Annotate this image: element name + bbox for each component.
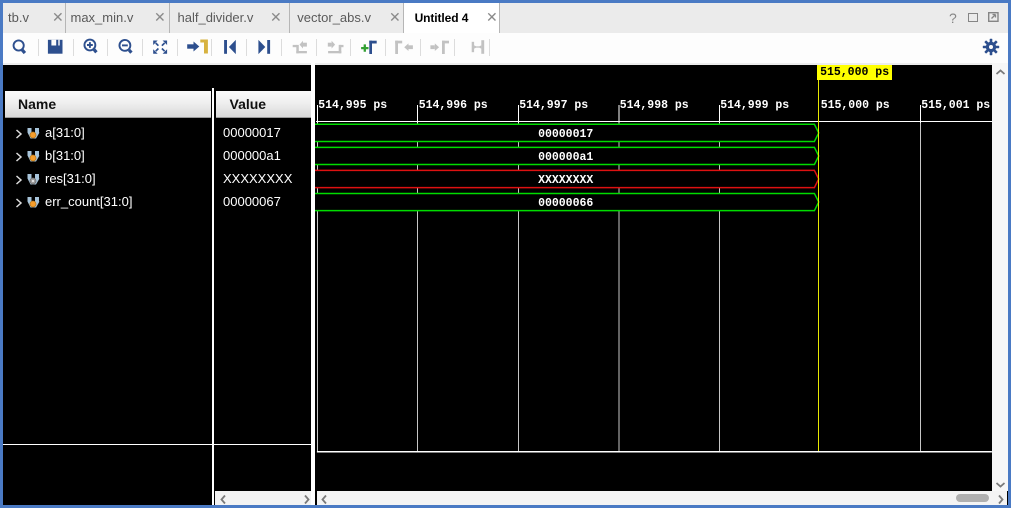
svg-text:514,995 ps: 514,995 ps <box>318 99 387 112</box>
svg-text:00000066: 00000066 <box>538 197 593 210</box>
svg-text:514,999 ps: 514,999 ps <box>720 99 789 112</box>
svg-text:00000017: 00000017 <box>538 128 593 141</box>
svg-text:515,001 ps: 515,001 ps <box>921 99 990 112</box>
svg-text:514,997 ps: 514,997 ps <box>519 99 588 112</box>
svg-text:515,000 ps: 515,000 ps <box>821 99 890 112</box>
svg-text:514,996 ps: 514,996 ps <box>419 99 488 112</box>
svg-text:XXXXXXXX: XXXXXXXX <box>538 174 593 187</box>
svg-text:514,998 ps: 514,998 ps <box>620 99 689 112</box>
svg-text:000000a1: 000000a1 <box>538 151 593 164</box>
